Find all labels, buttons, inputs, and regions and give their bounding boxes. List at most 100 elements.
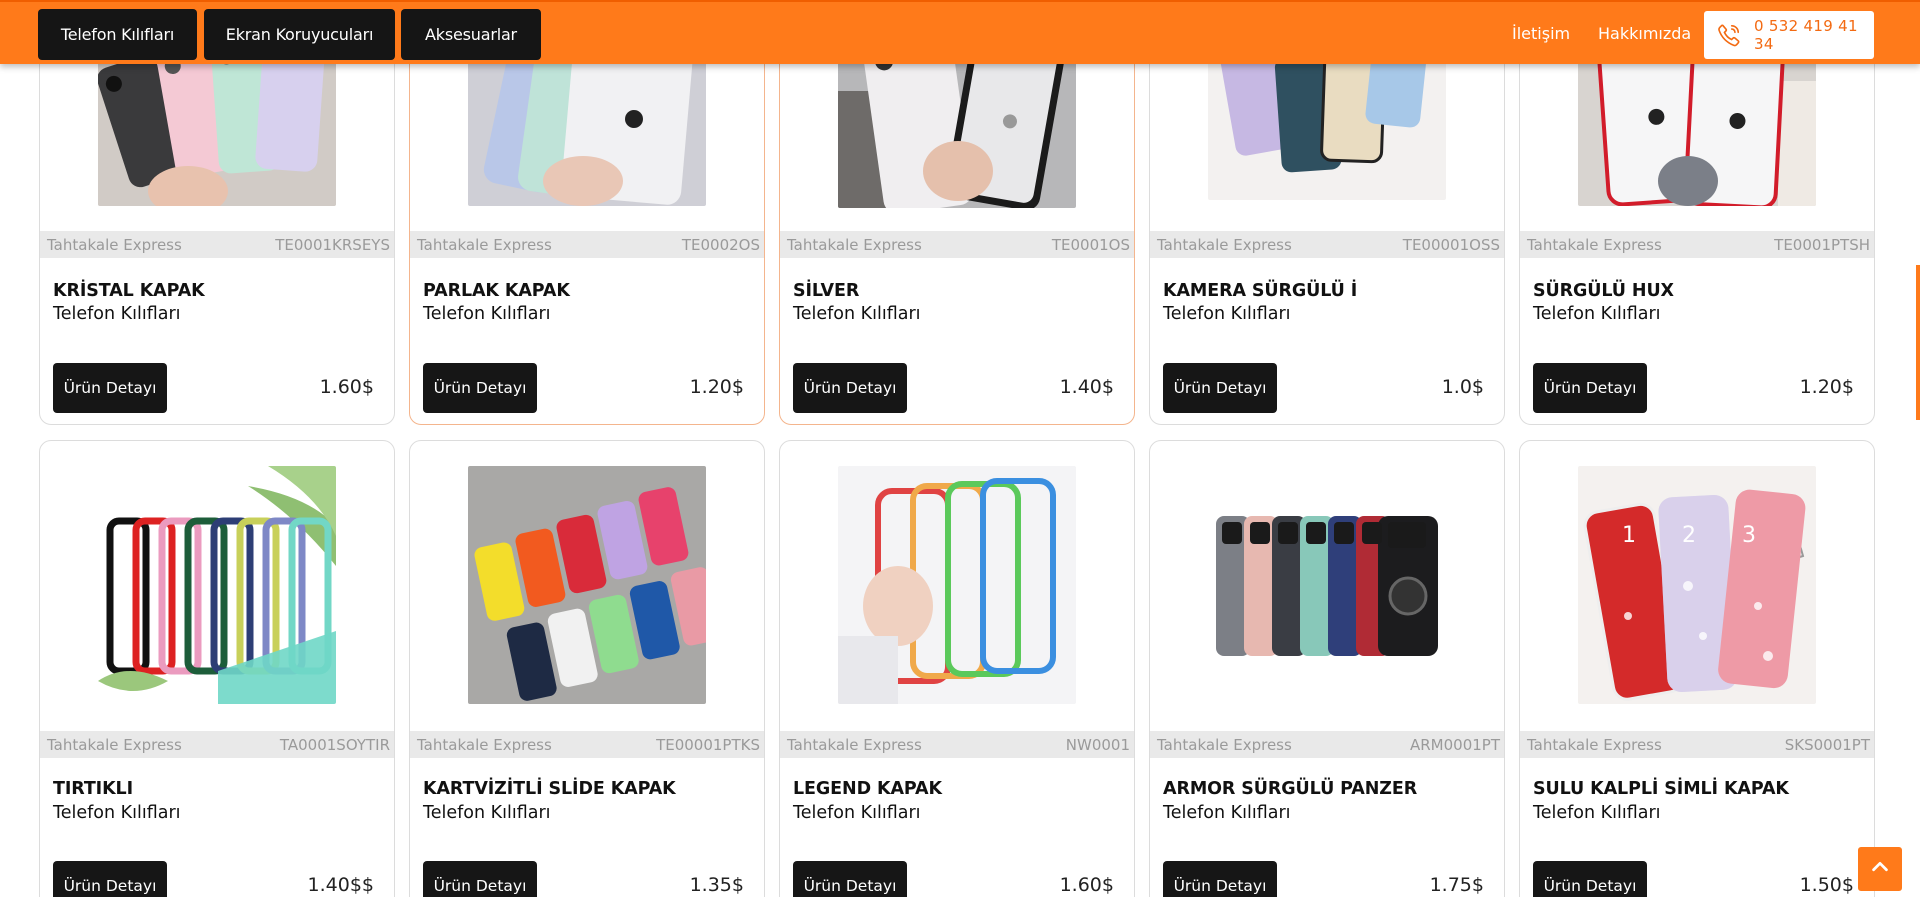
product-brand: Tahtakale Express — [417, 735, 552, 754]
phone-number: 0 532 419 41 34 — [1754, 17, 1858, 53]
product-image[interactable] — [98, 466, 336, 704]
scrollbar-thumb[interactable] — [1916, 265, 1920, 420]
image-number-3: 3 — [1742, 523, 1756, 548]
product-code: TE0002OS — [681, 235, 760, 254]
product-card[interactable]: Tahtakale Express TE0002OS PARLAK KAPAK … — [409, 20, 765, 425]
product-brand: Tahtakale Express — [47, 235, 182, 254]
back-to-top-button[interactable] — [1858, 847, 1902, 891]
product-brand: Tahtakale Express — [1527, 235, 1662, 254]
product-price: 1.20$ — [1799, 376, 1854, 398]
product-brand: Tahtakale Express — [787, 735, 922, 754]
product-brand: Tahtakale Express — [47, 735, 182, 754]
product-category: Telefon Kılıfları — [53, 803, 181, 823]
product-meta: Tahtakale Express TE0001PTSH — [1520, 231, 1874, 258]
product-code: TE00001OSS — [1402, 235, 1500, 254]
product-brand: Tahtakale Express — [1527, 735, 1662, 754]
product-meta: Tahtakale Express SKS0001PT — [1520, 731, 1874, 758]
image-number-1: 1 — [1622, 523, 1636, 548]
product-category: Telefon Kılıfları — [1163, 304, 1291, 324]
product-meta: Tahtakale Express TE0001OS — [780, 231, 1134, 258]
product-code: TE0001KRSEYS — [275, 235, 390, 254]
product-category: Telefon Kılıfları — [793, 304, 921, 324]
product-code: ARM0001PT — [1409, 735, 1500, 754]
product-price: 1.40$ — [1059, 376, 1114, 398]
product-code: TE0001PTSH — [1774, 235, 1870, 254]
product-image[interactable] — [468, 466, 706, 704]
product-price: 1.20$ — [689, 376, 744, 398]
product-price: 1.0$ — [1441, 376, 1484, 398]
top-navbar: Telefon Kılıfları Ekran Koruyucuları Aks… — [0, 0, 1920, 64]
product-meta: Tahtakale Express NW0001 — [780, 731, 1134, 758]
product-name: KAMERA SÜRGÜLÜ İ — [1163, 281, 1358, 301]
product-name: TIRTIKLI — [53, 779, 134, 799]
product-category: Telefon Kılıfları — [53, 304, 181, 324]
product-card[interactable]: Tahtakale Express TA0001SOYTIR TIRTIKLI … — [39, 440, 395, 897]
product-category: Telefon Kılıfları — [1533, 304, 1661, 324]
product-card[interactable]: Tahtakale Express TE0001OS SİLVER Telefo… — [779, 20, 1135, 425]
product-card[interactable]: Tahtakale Express ARM0001PT ARMOR SÜRGÜL… — [1149, 440, 1505, 897]
product-name: SULU KALPLİ SİMLİ KAPAK — [1533, 779, 1789, 799]
product-price: 1.60$ — [319, 376, 374, 398]
product-name: SİLVER — [793, 281, 860, 301]
product-card[interactable]: Tahtakale Express TE00001PTKS KARTVİZİTL… — [409, 440, 765, 897]
product-detail-button[interactable]: Ürün Detayı — [53, 861, 167, 897]
product-brand: Tahtakale Express — [417, 235, 552, 254]
product-name: KRİSTAL KAPAK — [53, 281, 205, 301]
product-detail-button[interactable]: Ürün Detayı — [53, 363, 167, 413]
product-name: KARTVİZİTLİ SLİDE KAPAK — [423, 779, 676, 799]
nav-about-link[interactable]: Hakkımızda — [1598, 24, 1691, 43]
product-meta: Tahtakale Express TE0002OS — [410, 231, 764, 258]
product-meta: Tahtakale Express TE00001PTKS — [410, 731, 764, 758]
nav-ekran-koruyuculari[interactable]: Ekran Koruyucuları — [204, 9, 395, 60]
product-code: TE0001OS — [1051, 235, 1130, 254]
product-meta: Tahtakale Express TA0001SOYTIR — [40, 731, 394, 758]
product-meta: Tahtakale Express TE00001OSS — [1150, 231, 1504, 258]
chevron-up-icon — [1869, 856, 1891, 882]
product-detail-button[interactable]: Ürün Detayı — [1533, 363, 1647, 413]
page: Telefon Kılıfları Ekran Koruyucuları Aks… — [0, 0, 1920, 897]
product-price: 1.40$$ — [307, 874, 374, 896]
product-name: LEGEND KAPAK — [793, 779, 942, 799]
product-price: 1.35$ — [689, 874, 744, 896]
phone-icon — [1716, 22, 1742, 48]
product-meta: Tahtakale Express ARM0001PT — [1150, 731, 1504, 758]
product-category: Telefon Kılıfları — [793, 803, 921, 823]
product-name: ARMOR SÜRGÜLÜ PANZER — [1163, 779, 1418, 799]
product-price: 1.50$ — [1799, 874, 1854, 896]
product-detail-button[interactable]: Ürün Detayı — [793, 363, 907, 413]
product-meta: Tahtakale Express TE0001KRSEYS — [40, 231, 394, 258]
product-category: Telefon Kılıfları — [423, 304, 551, 324]
product-image[interactable]: 1 2 3 — [1578, 466, 1816, 704]
product-name: SÜRGÜLÜ HUX — [1533, 281, 1674, 301]
product-card[interactable]: Tahtakale Express NW0001 LEGEND KAPAK Te… — [779, 440, 1135, 897]
nav-telefon-kiliflari[interactable]: Telefon Kılıfları — [38, 9, 197, 60]
product-card[interactable]: Tahtakale Express TE00001OSS KAMERA SÜRG… — [1149, 20, 1505, 425]
image-number-2: 2 — [1682, 523, 1696, 548]
product-brand: Tahtakale Express — [1157, 235, 1292, 254]
product-category: Telefon Kılıfları — [1533, 803, 1661, 823]
product-category: Telefon Kılıfları — [423, 803, 551, 823]
product-detail-button[interactable]: Ürün Detayı — [1163, 363, 1277, 413]
product-image[interactable] — [838, 466, 1076, 704]
product-detail-button[interactable]: Ürün Detayı — [423, 861, 537, 897]
nav-contact-link[interactable]: İletişim — [1512, 24, 1570, 43]
nav-aksesuarlar[interactable]: Aksesuarlar — [401, 9, 541, 60]
product-card[interactable]: 1 2 3 Tahtakale Express SKS0001PT SULU K… — [1519, 440, 1875, 897]
product-detail-button[interactable]: Ürün Detayı — [793, 861, 907, 897]
product-card[interactable]: Tahtakale Express TE0001PTSH SÜRGÜLÜ HUX… — [1519, 20, 1875, 425]
phone-button[interactable]: 0 532 419 41 34 — [1704, 11, 1874, 59]
product-code: TE00001PTKS — [656, 735, 760, 754]
product-category: Telefon Kılıfları — [1163, 803, 1291, 823]
product-code: SKS0001PT — [1784, 735, 1870, 754]
product-brand: Tahtakale Express — [787, 235, 922, 254]
product-detail-button[interactable]: Ürün Detayı — [1533, 861, 1647, 897]
product-code: NW0001 — [1065, 735, 1130, 754]
product-name: PARLAK KAPAK — [423, 281, 570, 301]
product-detail-button[interactable]: Ürün Detayı — [1163, 861, 1277, 897]
product-image[interactable] — [1208, 466, 1446, 704]
product-card[interactable]: Tahtakale Express TE0001KRSEYS KRİSTAL K… — [39, 20, 395, 425]
product-detail-button[interactable]: Ürün Detayı — [423, 363, 537, 413]
product-price: 1.75$ — [1429, 874, 1484, 896]
product-brand: Tahtakale Express — [1157, 735, 1292, 754]
product-price: 1.60$ — [1059, 874, 1114, 896]
